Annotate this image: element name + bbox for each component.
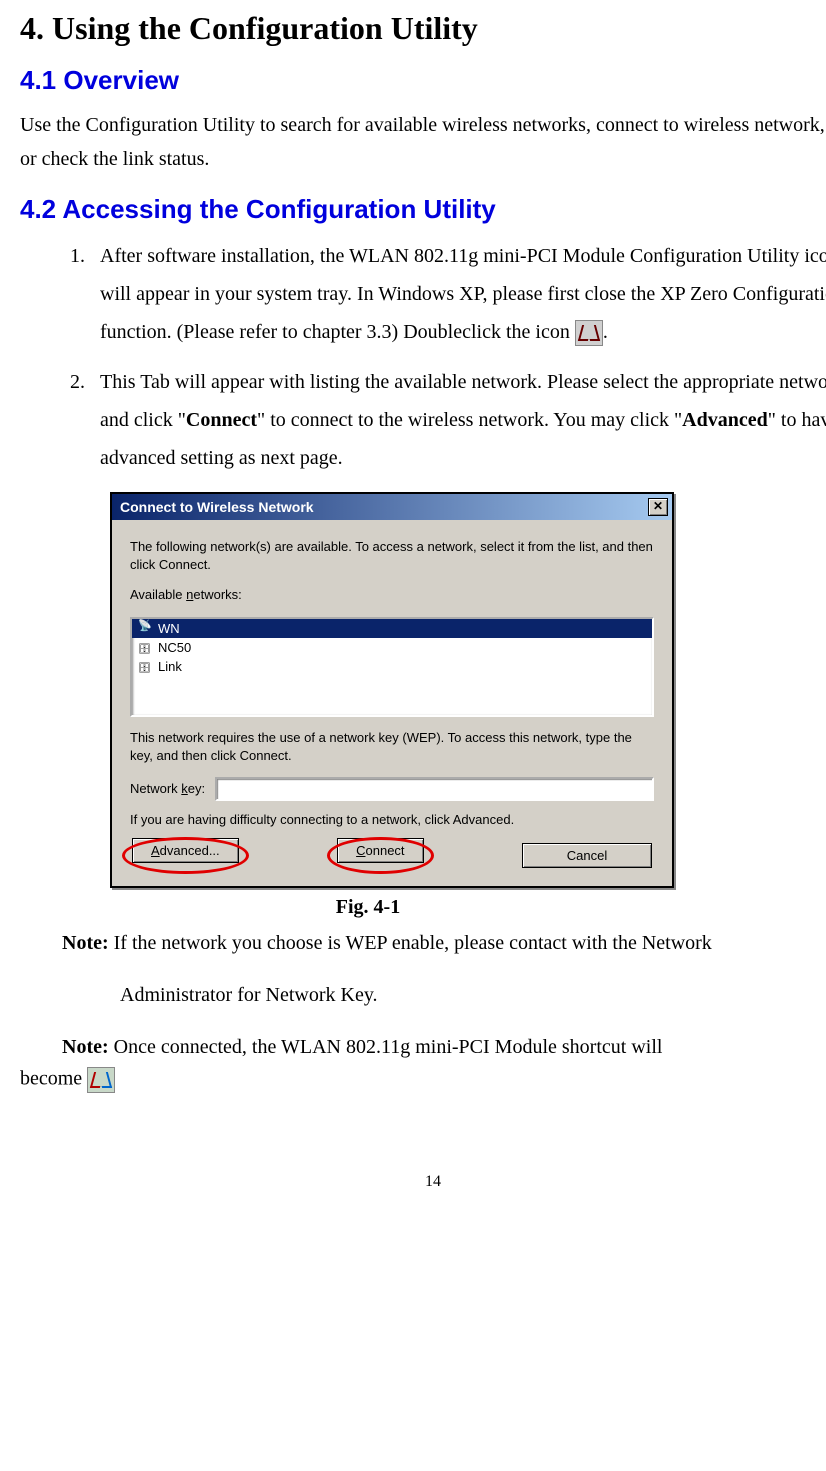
heading-chapter: 4. Using the Configuration Utility <box>20 10 826 47</box>
connect-wireless-dialog: Connect to Wireless Network ✕ The follow… <box>110 492 674 888</box>
overview-text: Use the Configuration Utility to search … <box>20 108 826 176</box>
cancel-button[interactable]: Cancel <box>522 843 652 868</box>
step-1: After software installation, the WLAN 80… <box>90 237 826 351</box>
advanced-button[interactable]: Advanced... <box>132 838 239 863</box>
figure-caption: Fig. 4-1 <box>0 896 826 919</box>
dialog-titlebar: Connect to Wireless Network ✕ <box>112 494 672 520</box>
wifi-ap-icon <box>138 659 152 673</box>
wifi-ap-icon <box>138 640 152 654</box>
note-wep-continued: Administrator for Network Key. <box>120 979 826 1011</box>
difficulty-text: If you are having difficulty connecting … <box>130 811 654 829</box>
network-key-input[interactable] <box>215 777 654 801</box>
become-text: become <box>20 1067 826 1093</box>
note-wep: Note: If the network you choose is WEP e… <box>62 927 826 959</box>
dialog-intro-text: The following network(s) are available. … <box>130 538 654 574</box>
page-number: 14 <box>20 1173 826 1191</box>
heading-section-overview: 4.1 Overview <box>20 65 826 96</box>
tray-icon <box>575 320 603 346</box>
list-item[interactable]: NC50 <box>132 638 652 657</box>
wifi-ap-icon <box>138 621 152 635</box>
step-2: This Tab will appear with listing the av… <box>90 363 826 477</box>
wep-required-text: This network requires the use of a netwo… <box>130 729 654 765</box>
note-connected: Note: Once connected, the WLAN 802.11g m… <box>62 1031 826 1063</box>
connect-button[interactable]: Connect <box>337 838 423 863</box>
available-networks-label: Available networks: <box>130 586 654 604</box>
tray-icon-connected <box>87 1067 115 1093</box>
list-item[interactable]: Link <box>132 657 652 676</box>
available-networks-listbox[interactable]: WN NC50 Link <box>130 617 654 717</box>
list-item[interactable]: WN <box>132 619 652 638</box>
dialog-title: Connect to Wireless Network <box>120 499 314 515</box>
network-key-label: Network key: <box>130 781 205 796</box>
close-button[interactable]: ✕ <box>648 498 668 516</box>
heading-section-accessing: 4.2 Accessing the Configuration Utility <box>20 194 826 225</box>
